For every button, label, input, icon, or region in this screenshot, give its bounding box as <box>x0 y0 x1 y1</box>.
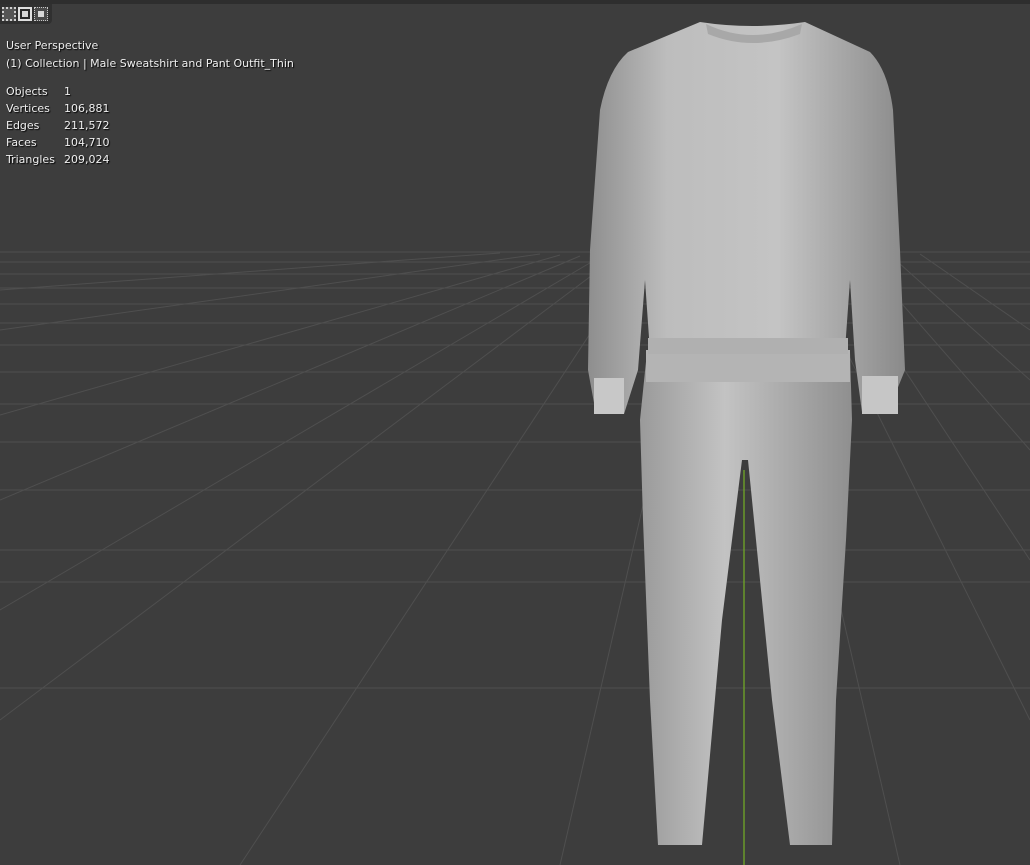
3d-viewport[interactable]: User Perspective (1) Collection | Male S… <box>0 0 1030 865</box>
stat-value: 106,881 <box>64 102 110 115</box>
right-cuff <box>862 376 898 414</box>
stat-value: 209,024 <box>64 153 110 166</box>
pants <box>640 352 852 845</box>
vertex-select-mode-icon[interactable] <box>2 7 16 21</box>
pants-waistband <box>646 350 850 382</box>
stat-label: Objects <box>6 85 48 98</box>
stat-row-vertices: Vertices 106,881 <box>6 100 294 117</box>
sweatshirt-hem <box>648 338 848 354</box>
stat-label: Vertices <box>6 102 50 115</box>
select-mode-toolbar <box>0 4 52 24</box>
stat-row-objects: Objects 1 <box>6 83 294 100</box>
stat-label: Faces <box>6 136 37 149</box>
view-name: User Perspective <box>6 39 99 52</box>
viewport-info-overlay: User Perspective (1) Collection | Male S… <box>6 37 294 168</box>
stat-label: Triangles <box>6 153 55 166</box>
stat-value: 211,572 <box>64 119 110 132</box>
stat-row-triangles: Triangles 209,024 <box>6 151 294 168</box>
stat-value: 104,710 <box>64 136 110 149</box>
viewport-header <box>0 0 1030 4</box>
face-select-mode-icon[interactable] <box>34 7 48 21</box>
edge-select-mode-icon[interactable] <box>18 7 32 21</box>
stat-value: 1 <box>64 85 71 98</box>
collection-line: (1) Collection | Male Sweatshirt and Pan… <box>6 57 294 70</box>
stat-row-edges: Edges 211,572 <box>6 117 294 134</box>
scene-statistics: Objects 1 Vertices 106,881 Edges 211,572… <box>6 83 294 168</box>
stat-row-faces: Faces 104,710 <box>6 134 294 151</box>
stat-label: Edges <box>6 119 40 132</box>
left-cuff <box>594 378 624 414</box>
